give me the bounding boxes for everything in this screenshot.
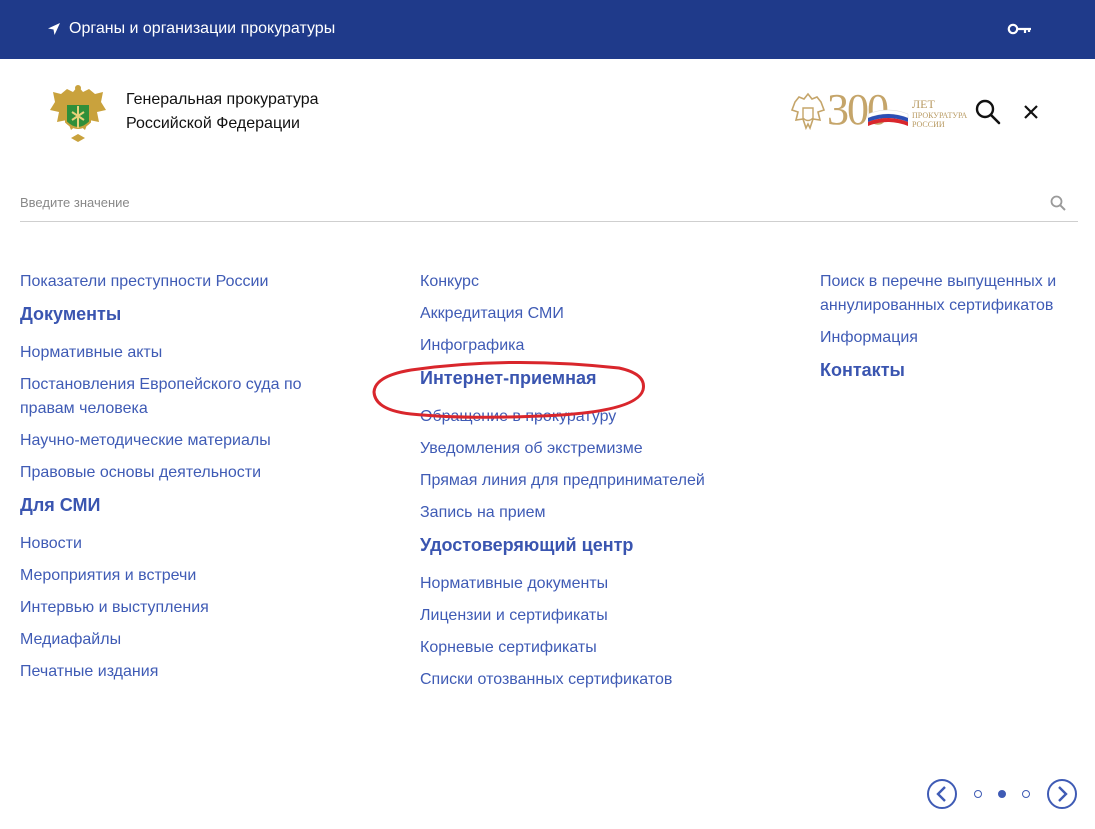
menu-column-2: Конкурс Аккредитация СМИ Инфографика Инт… [420, 270, 780, 700]
menu-item-news[interactable]: Новости [20, 532, 380, 556]
menu-column-1: Показатели преступности России Документы… [20, 270, 380, 692]
top-bar: Органы и организации прокуратуры [0, 0, 1095, 59]
key-icon[interactable] [1007, 20, 1033, 38]
menu-item-root-certs[interactable]: Корневые сертификаты [420, 636, 780, 660]
menu-item-hotline[interactable]: Прямая линия для предпринимателей [420, 469, 780, 493]
menu-item-interviews[interactable]: Интервью и выступления [20, 596, 380, 620]
logo-title-line1: Генеральная прокуратура [126, 91, 319, 108]
menu-item-print[interactable]: Печатные издания [20, 660, 380, 684]
anniversary-small-text-2: РОССИИ [912, 120, 945, 129]
menu-item-infographics[interactable]: Инфографика [420, 334, 780, 358]
menu-item-extremism[interactable]: Уведомления об экстремизме [420, 437, 780, 461]
carousel-pager [926, 778, 1078, 810]
anniversary-small-text-1: ПРОКУРАТУРА [912, 111, 968, 120]
menu-item-search-certs-line1: Поиск в перечне выпущенных и [820, 273, 1057, 290]
anniversary-emblem-icon [790, 92, 826, 131]
menu-item-legal-basis[interactable]: Правовые основы деятельности [20, 461, 380, 485]
logo-title[interactable]: Генеральная прокуратура Российской Федер… [126, 88, 319, 136]
menu-item-crime-stats[interactable]: Показатели преступности России [20, 270, 380, 294]
org-link[interactable]: Органы и организации прокуратуры [47, 18, 335, 40]
menu-item-accreditation[interactable]: Аккредитация СМИ [420, 302, 780, 326]
search-icon[interactable] [1050, 195, 1066, 211]
menu-heading-cert-center[interactable]: Удостоверяющий центр [420, 533, 780, 557]
menu-item-contest[interactable]: Конкурс [420, 270, 780, 294]
pager-dot-2[interactable] [998, 790, 1006, 798]
menu-heading-media[interactable]: Для СМИ [20, 493, 380, 517]
prev-arrow-icon[interactable] [926, 778, 958, 810]
next-arrow-icon[interactable] [1046, 778, 1078, 810]
menu-item-licenses[interactable]: Лицензии и сертификаты [420, 604, 780, 628]
location-arrow-icon [48, 23, 60, 35]
menu-item-echr-line2: правам человека [20, 400, 148, 417]
header-search-icon[interactable] [974, 98, 1002, 126]
menu-item-events[interactable]: Мероприятия и встречи [20, 564, 380, 588]
anniversary-badge: 300 ЛЕТ ПРОКУРАТУРА РОССИИ [790, 86, 970, 134]
menu-item-methodical[interactable]: Научно-методические материалы [20, 429, 380, 453]
menu-item-normative-acts[interactable]: Нормативные акты [20, 341, 380, 365]
flag-ribbon-icon [867, 109, 909, 126]
menu-item-echr[interactable]: Постановления Европейского суда по права… [20, 373, 380, 421]
menu-item-normative-docs[interactable]: Нормативные документы [420, 572, 780, 596]
menu-item-echr-line1: Постановления Европейского суда по [20, 376, 302, 393]
menu-item-information[interactable]: Информация [820, 326, 1080, 350]
search-bar [20, 188, 1078, 222]
anniversary-text: ЛЕТ ПРОКУРАТУРА РОССИИ [912, 97, 968, 130]
close-icon[interactable] [1023, 104, 1039, 120]
menu-heading-documents[interactable]: Документы [20, 302, 380, 326]
search-input[interactable] [20, 190, 1030, 214]
menu-item-search-certs[interactable]: Поиск в перечне выпущенных и аннулирован… [820, 270, 1080, 318]
menu-item-revoked-certs[interactable]: Списки отозванных сертификатов [420, 668, 780, 692]
menu-heading-internet-reception[interactable]: Интернет-приемная [420, 366, 780, 390]
menu-item-mediafiles[interactable]: Медиафайлы [20, 628, 380, 652]
menu-heading-contacts[interactable]: Контакты [820, 358, 1080, 382]
menu-item-appointment[interactable]: Запись на прием [420, 501, 780, 525]
pager-dot-1[interactable] [974, 790, 982, 798]
org-link-label: Органы и организации прокуратуры [69, 20, 336, 37]
pager-dot-3[interactable] [1022, 790, 1030, 798]
anniversary-big-text: ЛЕТ [912, 97, 935, 111]
emblem-logo[interactable] [45, 80, 111, 146]
menu-column-3: Поиск в перечне выпущенных и аннулирован… [820, 270, 1080, 397]
logo-title-line2: Российской Федерации [126, 115, 300, 132]
menu-item-search-certs-line2: аннулированных сертификатов [820, 297, 1054, 314]
menu-item-appeal[interactable]: Обращение в прокуратуру [420, 405, 780, 429]
